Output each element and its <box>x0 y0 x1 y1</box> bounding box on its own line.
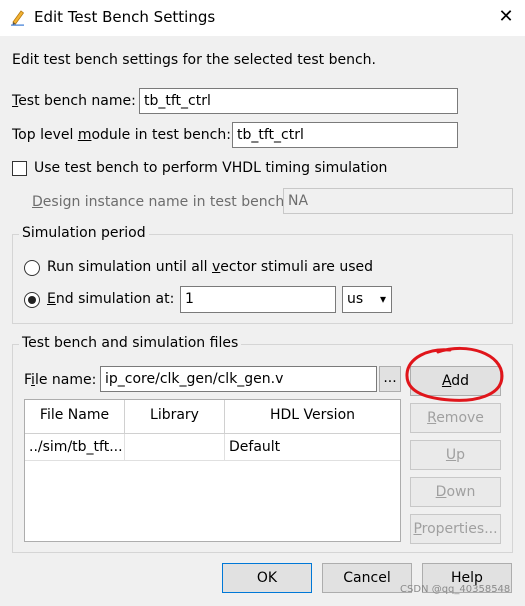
time-unit-select[interactable]: us ▾ <box>342 286 392 313</box>
close-icon[interactable]: ✕ <box>494 5 518 29</box>
down-button[interactable]: Down <box>410 477 501 507</box>
column-header-library[interactable]: Library <box>125 400 225 434</box>
up-button[interactable]: Up <box>410 440 501 470</box>
file-name-input[interactable]: ip_core/clk_gen/clk_gen.v <box>100 366 377 392</box>
dropdown-arrow-icon: ▾ <box>379 292 386 306</box>
top-level-module-label: Top level module in test bench: <box>12 127 231 143</box>
cancel-button[interactable]: Cancel <box>322 563 412 593</box>
column-header-file-name[interactable]: File Name <box>25 400 125 434</box>
run-all-label: Run simulation until all vector stimuli … <box>47 259 374 275</box>
end-simulation-radio[interactable] <box>24 292 40 308</box>
edit-pencil-icon <box>10 8 26 26</box>
cell-library <box>125 434 225 461</box>
files-table[interactable]: File Name Library HDL Version ../sim/tb_… <box>24 399 401 542</box>
vhdl-timing-label: Use test bench to perform VHDL timing si… <box>34 160 388 176</box>
column-header-hdl-version[interactable]: HDL Version <box>225 400 400 434</box>
simulation-period-title: Simulation period <box>19 225 149 241</box>
vhdl-timing-checkbox[interactable] <box>12 161 27 176</box>
end-simulation-label: End simulation at: <box>47 291 175 307</box>
table-row[interactable]: ../sim/tb_tft... Default <box>25 434 400 461</box>
properties-button[interactable]: Properties... <box>410 514 501 544</box>
window-title: Edit Test Bench Settings <box>34 8 216 26</box>
design-instance-input[interactable]: NA <box>283 188 513 214</box>
end-time-input[interactable]: 1 <box>180 286 336 313</box>
time-unit-value: us <box>347 291 364 307</box>
ok-button[interactable]: OK <box>222 563 312 593</box>
top-level-module-input[interactable]: tb_tft_ctrl <box>232 122 458 148</box>
design-instance-label: Design instance name in test bench: <box>32 194 289 210</box>
files-group-title: Test bench and simulation files <box>19 335 242 351</box>
cell-hdl-version: Default <box>225 434 400 461</box>
cell-file-name: ../sim/tb_tft... <box>25 434 125 461</box>
annotation-circle <box>405 347 504 402</box>
test-bench-name-input[interactable]: tb_tft_ctrl <box>139 88 458 114</box>
run-all-radio[interactable] <box>24 260 40 276</box>
test-bench-name-label: Test bench name: <box>12 93 136 109</box>
file-name-label: File name: <box>24 372 97 388</box>
dialog-description: Edit test bench settings for the selecte… <box>12 52 376 68</box>
watermark: CSDN @qq_40358548 <box>400 584 511 595</box>
